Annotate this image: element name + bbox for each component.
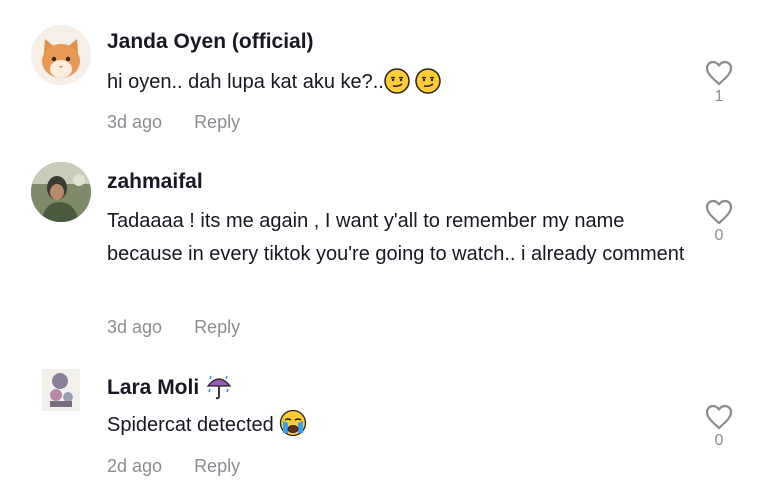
username[interactable]: Lara Moli — [107, 372, 233, 406]
heart-icon[interactable] — [703, 199, 735, 225]
heart-icon[interactable] — [703, 404, 735, 430]
comment-text-content: hi oyen.. dah lupa kat aku ke?.. — [107, 71, 384, 93]
comment-text: Tadaaaa ! its me again , I want y'all to… — [107, 210, 685, 265]
timestamp: 3d ago — [107, 112, 163, 132]
timestamp: 3d ago — [107, 317, 163, 337]
avatar[interactable] — [31, 162, 91, 222]
like-button[interactable]: 0 — [703, 199, 735, 245]
avatar[interactable] — [31, 25, 91, 85]
heart-icon[interactable] — [703, 60, 735, 86]
smirk-emoji — [415, 68, 442, 105]
reply-button[interactable]: Reply — [194, 317, 240, 337]
like-button[interactable]: 1 — [703, 60, 735, 106]
comment-meta: 3d ago Reply — [107, 112, 240, 133]
reply-button[interactable]: Reply — [194, 112, 240, 132]
crying-face-emoji — [279, 409, 307, 448]
comment-text-content: Spidercat detected — [107, 414, 274, 436]
reply-button[interactable]: Reply — [194, 456, 240, 476]
username[interactable]: zahmaifal — [107, 170, 203, 194]
smirk-emoji — [384, 68, 410, 105]
comment-text: Spidercat detected — [107, 409, 687, 448]
like-count: 0 — [714, 227, 724, 244]
comment-meta: 2d ago Reply — [107, 456, 240, 477]
like-count: 1 — [714, 88, 724, 105]
username[interactable]: Janda Oyen (official) — [107, 30, 314, 54]
username-text: Lara Moli — [107, 376, 200, 399]
timestamp: 2d ago — [107, 456, 163, 476]
comment-text: hi oyen.. dah lupa kat aku ke?.. — [107, 66, 687, 105]
umbrella-rain-emoji — [205, 372, 233, 406]
avatar[interactable] — [36, 365, 86, 415]
like-count: 0 — [714, 432, 724, 449]
like-button[interactable]: 0 — [703, 404, 735, 450]
comment-meta: 3d ago Reply — [107, 317, 240, 338]
